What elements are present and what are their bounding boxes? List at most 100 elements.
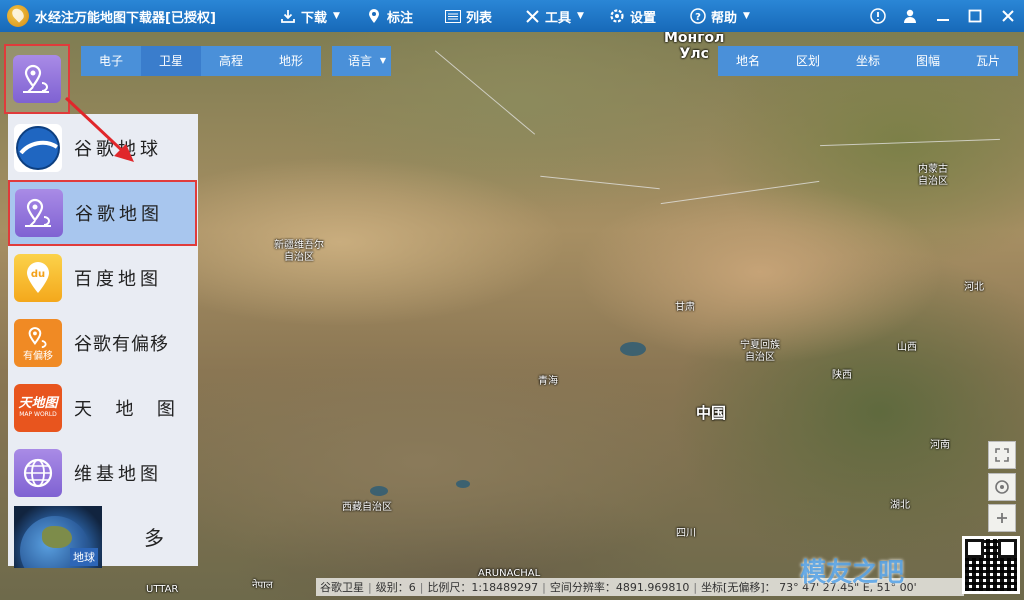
map-label-mongolia: Монгол Улс xyxy=(664,32,725,62)
maximize-icon[interactable] xyxy=(966,7,984,25)
download-label: 下载 xyxy=(301,10,328,26)
help-menu[interactable]: ? 帮助 ▼ xyxy=(690,0,750,32)
baidu-icon-text: du xyxy=(31,269,45,280)
tianditu-icon: 天地图 MAP WORLD xyxy=(14,384,62,432)
more-maps-thumbnail[interactable]: 地球 xyxy=(14,506,102,568)
menu-item-baidu-map[interactable]: du 百度地图 xyxy=(8,246,198,310)
info-icon[interactable] xyxy=(869,7,887,25)
tab-satellite[interactable]: 卫星 xyxy=(141,46,201,76)
chevron-down-icon: ▼ xyxy=(743,11,750,21)
menu-item-wikimapia[interactable]: 维基地图 xyxy=(8,441,198,505)
menu-item-label: 谷歌有偏移 xyxy=(74,334,169,355)
tab-tiles[interactable]: 瓦片 xyxy=(958,46,1018,76)
tab-terrain[interactable]: 地形 xyxy=(261,46,321,76)
tab-elevation[interactable]: 高程 xyxy=(201,46,261,76)
map-source-menu: 谷歌地球 谷歌地图 du 百度地图 有偏移 谷歌有偏移 天地图 MAP WORL… xyxy=(8,114,198,568)
basemap-tab-group: 电子 卫星 高程 地形 xyxy=(81,46,321,76)
chevron-down-icon: ▼ xyxy=(333,11,340,21)
list-button[interactable]: 列表 xyxy=(445,0,492,32)
map-label-ningxia: 宁夏回族 自治区 xyxy=(740,340,780,363)
svg-text:?: ? xyxy=(695,12,701,23)
tools-menu[interactable]: 工具 ▼ xyxy=(524,0,584,32)
settings-label: 设置 xyxy=(630,10,657,26)
watermark-logo: 模友之吧 xyxy=(800,558,905,588)
status-resolution: 空间分辨率：4891.969810 xyxy=(549,581,690,594)
settings-button[interactable]: 设置 xyxy=(609,0,656,32)
chevron-down-icon: ▼ xyxy=(379,56,386,65)
map-label-hubei: 湖北 xyxy=(890,500,910,511)
map-pin-icon xyxy=(366,8,382,24)
status-level: 级别：6 xyxy=(375,581,416,594)
google-maps-offset-icon: 有偏移 xyxy=(14,319,62,367)
menu-item-google-maps[interactable]: 谷歌地图 xyxy=(8,180,197,246)
tab-districts[interactable]: 区划 xyxy=(778,46,838,76)
language-dropdown[interactable]: 语言 ▼ xyxy=(332,46,391,76)
mark-button[interactable]: 标注 xyxy=(366,0,413,32)
download-menu[interactable]: 下载 ▼ xyxy=(280,0,340,32)
menu-item-google-offset[interactable]: 有偏移 谷歌有偏移 xyxy=(8,311,198,375)
lake xyxy=(620,342,646,356)
menu-item-google-earth[interactable]: 谷歌地球 xyxy=(8,116,198,180)
menu-item-tianditu[interactable]: 天地图 MAP WORLD 天 地 图 xyxy=(8,376,198,440)
list-icon xyxy=(445,8,461,24)
offset-icon-text: 有偏移 xyxy=(23,350,53,362)
map-label-qinghai: 青海 xyxy=(538,376,558,387)
tools-label: 工具 xyxy=(545,10,572,26)
menu-item-label: 谷歌地图 xyxy=(75,204,163,225)
tianditu-icon-subtext: MAP WORLD xyxy=(19,411,57,418)
mark-label: 标注 xyxy=(387,10,414,26)
map-label-uttar: UTTAR xyxy=(146,584,179,595)
status-scale: 比例尺：1:18489297 xyxy=(427,581,539,594)
user-icon[interactable] xyxy=(901,7,919,25)
minimize-icon[interactable] xyxy=(934,7,952,25)
more-thumb-caption: 地球 xyxy=(70,548,98,566)
tools-icon xyxy=(524,8,540,24)
help-icon: ? xyxy=(690,8,706,24)
chevron-down-icon: ▼ xyxy=(577,11,584,21)
country-border xyxy=(434,50,536,135)
map-label-xizang: 西藏自治区 xyxy=(342,502,392,513)
map-label-henan: 河南 xyxy=(930,440,950,451)
app-title: 水经注万能地图下载器[已授权] xyxy=(35,10,216,26)
gear-icon xyxy=(609,8,625,24)
country-border xyxy=(540,175,660,190)
wikimapia-icon xyxy=(14,449,62,497)
zoom-in-button[interactable] xyxy=(988,504,1016,532)
lake xyxy=(456,480,470,488)
menu-item-label: 维基地图 xyxy=(74,464,162,485)
tab-electronic[interactable]: 电子 xyxy=(81,46,141,76)
qr-code xyxy=(962,536,1020,594)
fullscreen-button[interactable] xyxy=(988,441,1016,469)
tianditu-icon-text: 天地图 xyxy=(18,396,58,411)
map-label-inner-mongolia: 内蒙古 自治区 xyxy=(918,164,948,187)
map-label-gansu: 甘肃 xyxy=(675,302,695,313)
more-maps-label[interactable]: 多 xyxy=(144,522,164,551)
map-label-shanxi: 山西 xyxy=(897,342,917,353)
locate-button[interactable] xyxy=(988,473,1016,501)
map-label-xinjiang: 新疆维吾尔 自治区 xyxy=(274,240,324,263)
map-label-nepal: नेपाल xyxy=(252,580,273,591)
map-source-button[interactable] xyxy=(4,44,70,114)
tab-coordinates[interactable]: 坐标 xyxy=(838,46,898,76)
help-label: 帮助 xyxy=(711,10,738,26)
app-logo-icon xyxy=(7,5,29,27)
country-border xyxy=(820,138,1000,147)
google-maps-icon xyxy=(13,55,61,103)
tab-sheets[interactable]: 图幅 xyxy=(898,46,958,76)
download-icon xyxy=(280,8,296,24)
list-label: 列表 xyxy=(466,10,493,26)
menu-item-label: 天 地 图 xyxy=(74,399,179,420)
map-label-china: 中国 xyxy=(696,404,727,422)
tab-place-names[interactable]: 地名 xyxy=(718,46,778,76)
lake xyxy=(370,486,388,496)
baidu-map-icon: du xyxy=(14,254,62,302)
map-label-shaanxi: 陕西 xyxy=(832,370,852,381)
map-label-hebei: 河北 xyxy=(964,282,984,293)
google-earth-icon xyxy=(14,124,62,172)
menu-item-label: 百度地图 xyxy=(74,269,162,290)
close-icon[interactable] xyxy=(999,7,1017,25)
country-border xyxy=(660,180,820,205)
google-maps-icon xyxy=(15,189,63,237)
menu-item-label: 谷歌地球 xyxy=(74,139,162,160)
language-label: 语言 xyxy=(348,54,373,68)
